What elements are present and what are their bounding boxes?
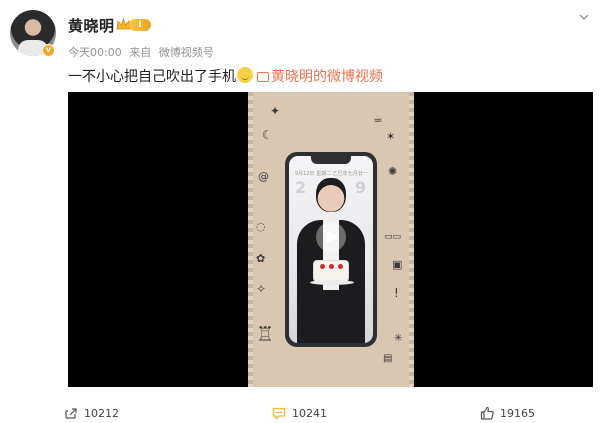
paper-edge-left (248, 92, 253, 387)
video-player[interactable]: ✦ ☾ ☕ ✶ @ ◌ ✿ ✺ ▭▭ ▣ ! ✧ ♖ ▤ ✳ 9月12日 星期二… (68, 92, 593, 387)
paper-edge-right (409, 92, 414, 387)
cake-berry (329, 264, 334, 269)
weibo-post: v 黄晓明 I 今天00:00 来自 微博视频号 一不小心把自己吹出了手机 黄晓明… (0, 0, 600, 423)
doodle-sparkle-icon: ✧ (256, 282, 267, 296)
video-link[interactable]: 黄晓明的微博视频 (257, 69, 383, 85)
repost-icon (65, 408, 77, 419)
comment-count: 10241 (292, 406, 327, 420)
post-content: 一不小心把自己吹出了手机 黄晓明的微博视频 (68, 66, 383, 86)
post-source[interactable]: 微博视频号 (159, 46, 214, 59)
cake-plate (310, 280, 354, 285)
repost-button[interactable]: 10212 (64, 406, 119, 420)
post-time[interactable]: 今天00:00 (68, 46, 122, 59)
cake-berry (338, 264, 343, 269)
verified-badge-icon: v (42, 44, 55, 57)
doodle-swirl-icon: @ (258, 170, 269, 183)
source-prefix: 来自 (129, 46, 152, 59)
phone-status-text: 9月12日 星期二 乙巳年七月廿一 (295, 171, 368, 177)
vip-level: I (129, 19, 151, 31)
post-actions: 10212 10241 19165 (0, 397, 600, 423)
doodle-chat-icon: ◌ (256, 220, 266, 233)
doodle-sun-icon: ✺ (388, 165, 398, 178)
comment-icon (272, 407, 286, 420)
play-button-icon[interactable] (316, 222, 346, 252)
repost-count: 10212 (84, 406, 119, 420)
like-button[interactable]: 19165 (480, 406, 535, 420)
emoji-icon (237, 67, 253, 83)
post-meta: 今天00:00 来自 微博视频号 (68, 44, 218, 60)
doodle-dot-icon: ✳ (394, 333, 403, 344)
thumbs-up-icon (480, 406, 494, 420)
post-text: 一不小心把自己吹出了手机 (68, 69, 236, 85)
like-count: 19165 (500, 406, 535, 420)
doodle-spark-icon: ✶ (386, 130, 396, 143)
doodle-gift-icon: ▣ (392, 258, 403, 271)
phone-notch (311, 156, 351, 164)
author-name[interactable]: 黄晓明 (68, 15, 115, 36)
doodle-moon-icon: ☾ (262, 128, 273, 142)
chevron-down-icon[interactable] (578, 11, 590, 23)
birthday-cake (310, 260, 354, 285)
person-head (316, 178, 346, 212)
cake-berry (320, 264, 325, 269)
comment-button[interactable]: 10241 (272, 406, 327, 420)
doodle-flower-icon: ✿ (256, 252, 266, 265)
doodle-film-icon: ▭▭ (384, 232, 402, 242)
phone-clock-left: 2 (295, 178, 307, 197)
doodle-cake-icon: ♖ (256, 322, 274, 346)
phone-clock-right: 9 (355, 178, 367, 197)
video-link-label: 黄晓明的微博视频 (271, 69, 383, 85)
doodle-cup-icon: ☕ (373, 112, 383, 125)
doodle-exclaim-icon: ! (394, 286, 399, 300)
doodle-star-icon: ✦ (270, 104, 281, 118)
vip-badge[interactable]: I (116, 17, 152, 32)
video-link-icon (257, 72, 269, 82)
doodle-box-icon: ▤ (383, 353, 393, 364)
